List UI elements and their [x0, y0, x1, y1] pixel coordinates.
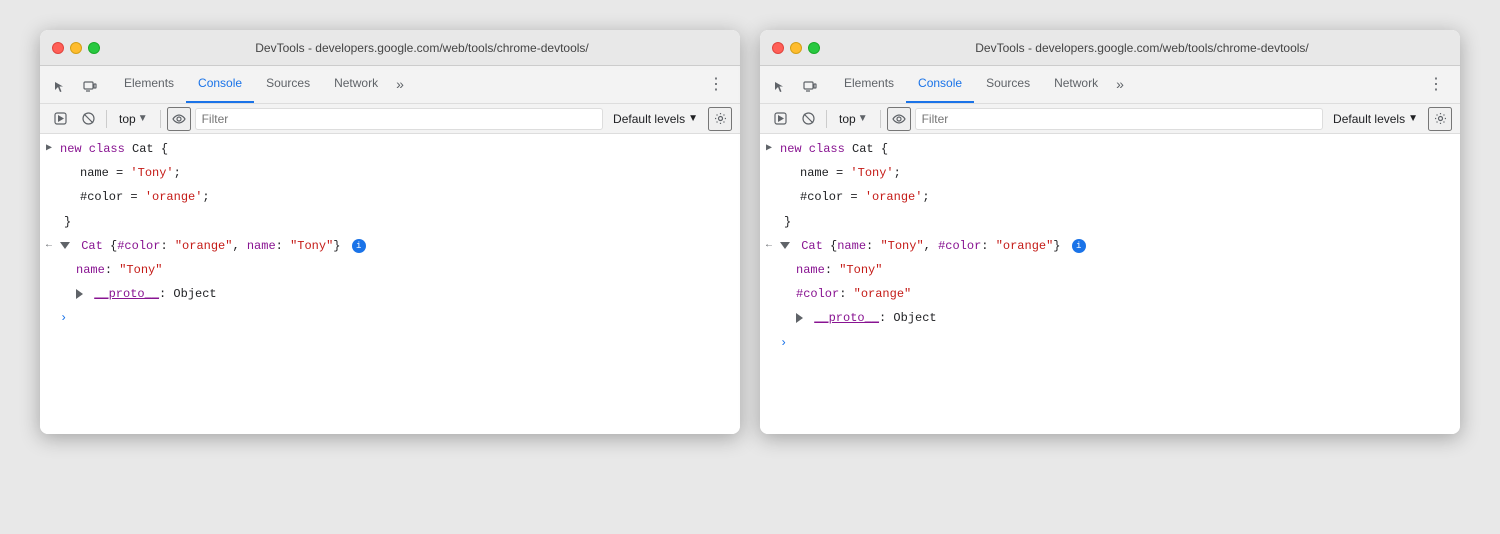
tab-menu-right[interactable]: ⋮ — [1420, 65, 1452, 103]
levels-button-right[interactable]: Default levels ▼ — [1327, 108, 1424, 130]
filter-input-right[interactable] — [915, 108, 1323, 130]
console-output-right-proto: __proto__: Object — [760, 307, 1460, 331]
console-input-line2-right: name = 'Tony'; — [760, 162, 1460, 186]
context-selector-right[interactable]: top ▼ — [833, 108, 874, 130]
console-input-line4-right: } — [760, 211, 1460, 235]
console-prompt-right: › — [780, 334, 787, 353]
block-button-right[interactable] — [796, 107, 820, 131]
levels-arrow-right: ▼ — [1408, 113, 1418, 124]
window-title-right: DevTools - developers.google.com/web/too… — [836, 41, 1448, 55]
minimize-button-right[interactable] — [790, 42, 802, 54]
info-icon-right[interactable]: i — [1072, 239, 1086, 253]
tab-network-right[interactable]: Network — [1042, 65, 1110, 103]
divider-left-1 — [106, 110, 107, 128]
console-output-right-cat: ← Cat {name: "Tony", #color: "orange"} i — [760, 235, 1460, 259]
tab-sources-right[interactable]: Sources — [974, 65, 1042, 103]
gear-button-right[interactable] — [1428, 107, 1452, 131]
console-input-line3-right: #color = 'orange'; — [760, 186, 1460, 210]
cursor-icon-right[interactable] — [768, 75, 792, 99]
console-toolbar-right: top ▼ Default levels ▼ — [760, 104, 1460, 134]
console-output-left: ▶ new class Cat { name = 'Tony'; #color … — [40, 134, 740, 434]
expand-arrow-input-left[interactable]: ▶ — [46, 141, 52, 157]
expand-proto-left[interactable] — [76, 289, 83, 299]
eye-button-left[interactable] — [167, 107, 191, 131]
traffic-lights-right — [772, 42, 820, 54]
eye-button-right[interactable] — [887, 107, 911, 131]
tab-more-left[interactable]: » — [390, 65, 410, 103]
collapse-cat-left[interactable] — [60, 242, 70, 249]
tab-console-right[interactable]: Console — [906, 65, 974, 103]
tab-elements-left[interactable]: Elements — [112, 65, 186, 103]
info-icon-left[interactable]: i — [352, 239, 366, 253]
tab-console-left[interactable]: Console — [186, 65, 254, 103]
levels-arrow-left: ▼ — [688, 113, 698, 124]
console-output-right-name: name: "Tony" — [760, 259, 1460, 283]
tabs-bar-right: Elements Console Sources Network » ⋮ — [760, 66, 1460, 104]
cursor-icon[interactable] — [48, 75, 72, 99]
return-arrow-left: ← — [46, 238, 52, 254]
console-input-line4-left: } — [40, 211, 740, 235]
console-output-left-cat: ← Cat {#color: "orange", name: "Tony"} i — [40, 235, 740, 259]
console-input-right: ▶ new class Cat { — [760, 138, 1460, 162]
console-output-right: ▶ new class Cat { name = 'Tony'; #color … — [760, 134, 1460, 434]
devtools-window-right: DevTools - developers.google.com/web/too… — [760, 30, 1460, 434]
devtools-window-left: DevTools - developers.google.com/web/too… — [40, 30, 740, 434]
collapse-cat-right[interactable] — [780, 242, 790, 249]
tab-icon-group-left — [48, 75, 102, 103]
console-output-left-proto: __proto__: Object — [40, 283, 740, 307]
context-arrow-right: ▼ — [858, 113, 868, 124]
gear-button-left[interactable] — [708, 107, 732, 131]
console-output-left-name: name: "Tony" — [40, 259, 740, 283]
tab-menu-left[interactable]: ⋮ — [700, 65, 732, 103]
context-label-right: top — [839, 112, 856, 126]
levels-label-left: Default levels — [613, 112, 685, 126]
console-prompt-left: › — [60, 309, 67, 328]
levels-label-right: Default levels — [1333, 112, 1405, 126]
expand-arrow-input-right[interactable]: ▶ — [766, 141, 772, 157]
title-bar-right: DevTools - developers.google.com/web/too… — [760, 30, 1460, 66]
context-label-left: top — [119, 112, 136, 126]
tabs-bar-left: Elements Console Sources Network » ⋮ — [40, 66, 740, 104]
minimize-button[interactable] — [70, 42, 82, 54]
run-button-right[interactable] — [768, 107, 792, 131]
console-toolbar-left: top ▼ Default levels ▼ — [40, 104, 740, 134]
tab-network-left[interactable]: Network — [322, 65, 390, 103]
block-button-left[interactable] — [76, 107, 100, 131]
tab-elements-right[interactable]: Elements — [832, 65, 906, 103]
traffic-lights-left — [52, 42, 100, 54]
context-arrow-left: ▼ — [138, 113, 148, 124]
expand-proto-right[interactable] — [796, 313, 803, 323]
device-icon[interactable] — [78, 75, 102, 99]
console-input-line3-left: #color = 'orange'; — [40, 186, 740, 210]
device-icon-right[interactable] — [798, 75, 822, 99]
console-input-left: ▶ new class Cat { — [40, 138, 740, 162]
levels-button-left[interactable]: Default levels ▼ — [607, 108, 704, 130]
tab-icon-group-right — [768, 75, 822, 103]
window-title-left: DevTools - developers.google.com/web/too… — [116, 41, 728, 55]
filter-input-left[interactable] — [195, 108, 603, 130]
console-output-right-color: #color: "orange" — [760, 283, 1460, 307]
maximize-button[interactable] — [88, 42, 100, 54]
close-button[interactable] — [52, 42, 64, 54]
run-button-left[interactable] — [48, 107, 72, 131]
tab-sources-left[interactable]: Sources — [254, 65, 322, 103]
tab-more-right[interactable]: » — [1110, 65, 1130, 103]
return-arrow-right: ← — [766, 238, 772, 254]
divider-right-1 — [826, 110, 827, 128]
console-input-line2-left: name = 'Tony'; — [40, 162, 740, 186]
divider-right-2 — [880, 110, 881, 128]
close-button-right[interactable] — [772, 42, 784, 54]
title-bar-left: DevTools - developers.google.com/web/too… — [40, 30, 740, 66]
console-prompt-row-left: › — [40, 307, 740, 330]
divider-left-2 — [160, 110, 161, 128]
context-selector-left[interactable]: top ▼ — [113, 108, 154, 130]
console-prompt-row-right: › — [760, 332, 1460, 355]
maximize-button-right[interactable] — [808, 42, 820, 54]
